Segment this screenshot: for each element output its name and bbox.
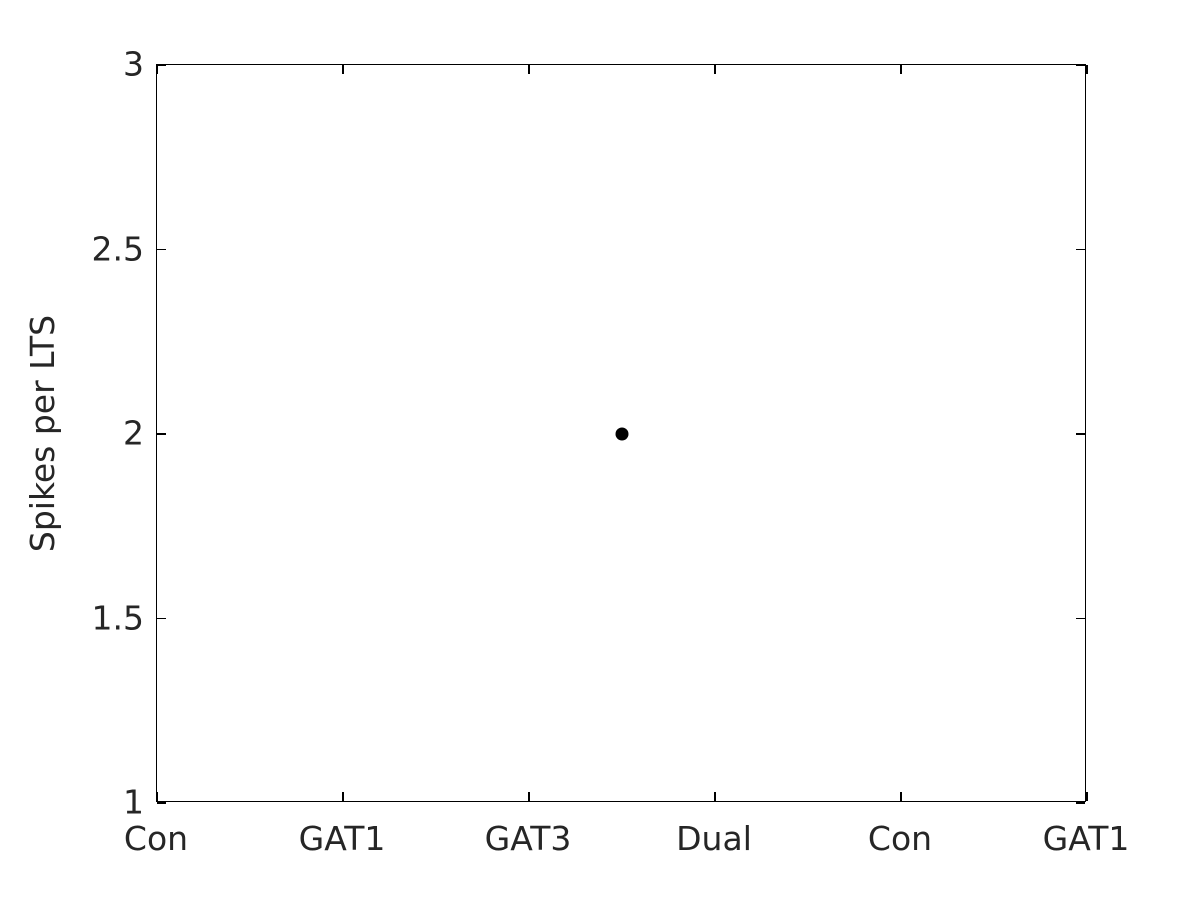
x-tick-label: Dual <box>676 819 752 858</box>
x-tick-label: GAT1 <box>298 819 386 858</box>
y-tick-mark <box>157 617 166 620</box>
y-tick-mark <box>157 433 166 435</box>
figure-canvas: Spikes per LTS 1 1.5 2 2.5 3 Con GAT1 GA… <box>0 0 1200 900</box>
x-tick-mark <box>714 792 716 801</box>
x-tick-mark-mirror <box>342 65 344 74</box>
y-tick-label: 1 <box>123 782 144 822</box>
x-tick-mark-mirror <box>900 65 902 74</box>
y-tick-mark <box>157 802 166 804</box>
x-tick-mark-mirror <box>528 65 530 74</box>
x-tick-mark <box>900 792 902 801</box>
y-tick-mark-mirror <box>1076 433 1085 435</box>
y-tick-mark-mirror <box>1076 802 1085 804</box>
plot-area <box>156 64 1088 804</box>
x-tick-mark-mirror <box>156 65 158 74</box>
y-tick-label: 3 <box>123 44 144 84</box>
y-tick-mark-mirror <box>1076 617 1085 620</box>
x-tick-mark-mirror <box>714 65 716 74</box>
y-tick-mark <box>157 248 166 251</box>
y-tick-mark-mirror <box>1076 64 1085 66</box>
x-tick-label: Con <box>867 819 933 858</box>
x-tick-label: Con <box>123 819 189 858</box>
y-tick-label: 2.5 <box>91 229 144 268</box>
y-tick-mark-mirror <box>1076 248 1085 251</box>
y-tick-label: 1.5 <box>91 598 144 637</box>
x-tick-mark <box>1086 792 1088 801</box>
x-tick-label: GAT1 <box>1042 819 1130 858</box>
y-tick-mark <box>157 64 166 66</box>
x-tick-label: GAT3 <box>484 819 572 858</box>
data-point <box>615 427 629 441</box>
x-tick-mark-mirror <box>1086 65 1088 74</box>
x-tick-mark <box>342 792 344 801</box>
y-tick-label: 2 <box>123 413 144 453</box>
x-tick-mark <box>156 792 158 801</box>
x-tick-mark <box>528 792 530 801</box>
